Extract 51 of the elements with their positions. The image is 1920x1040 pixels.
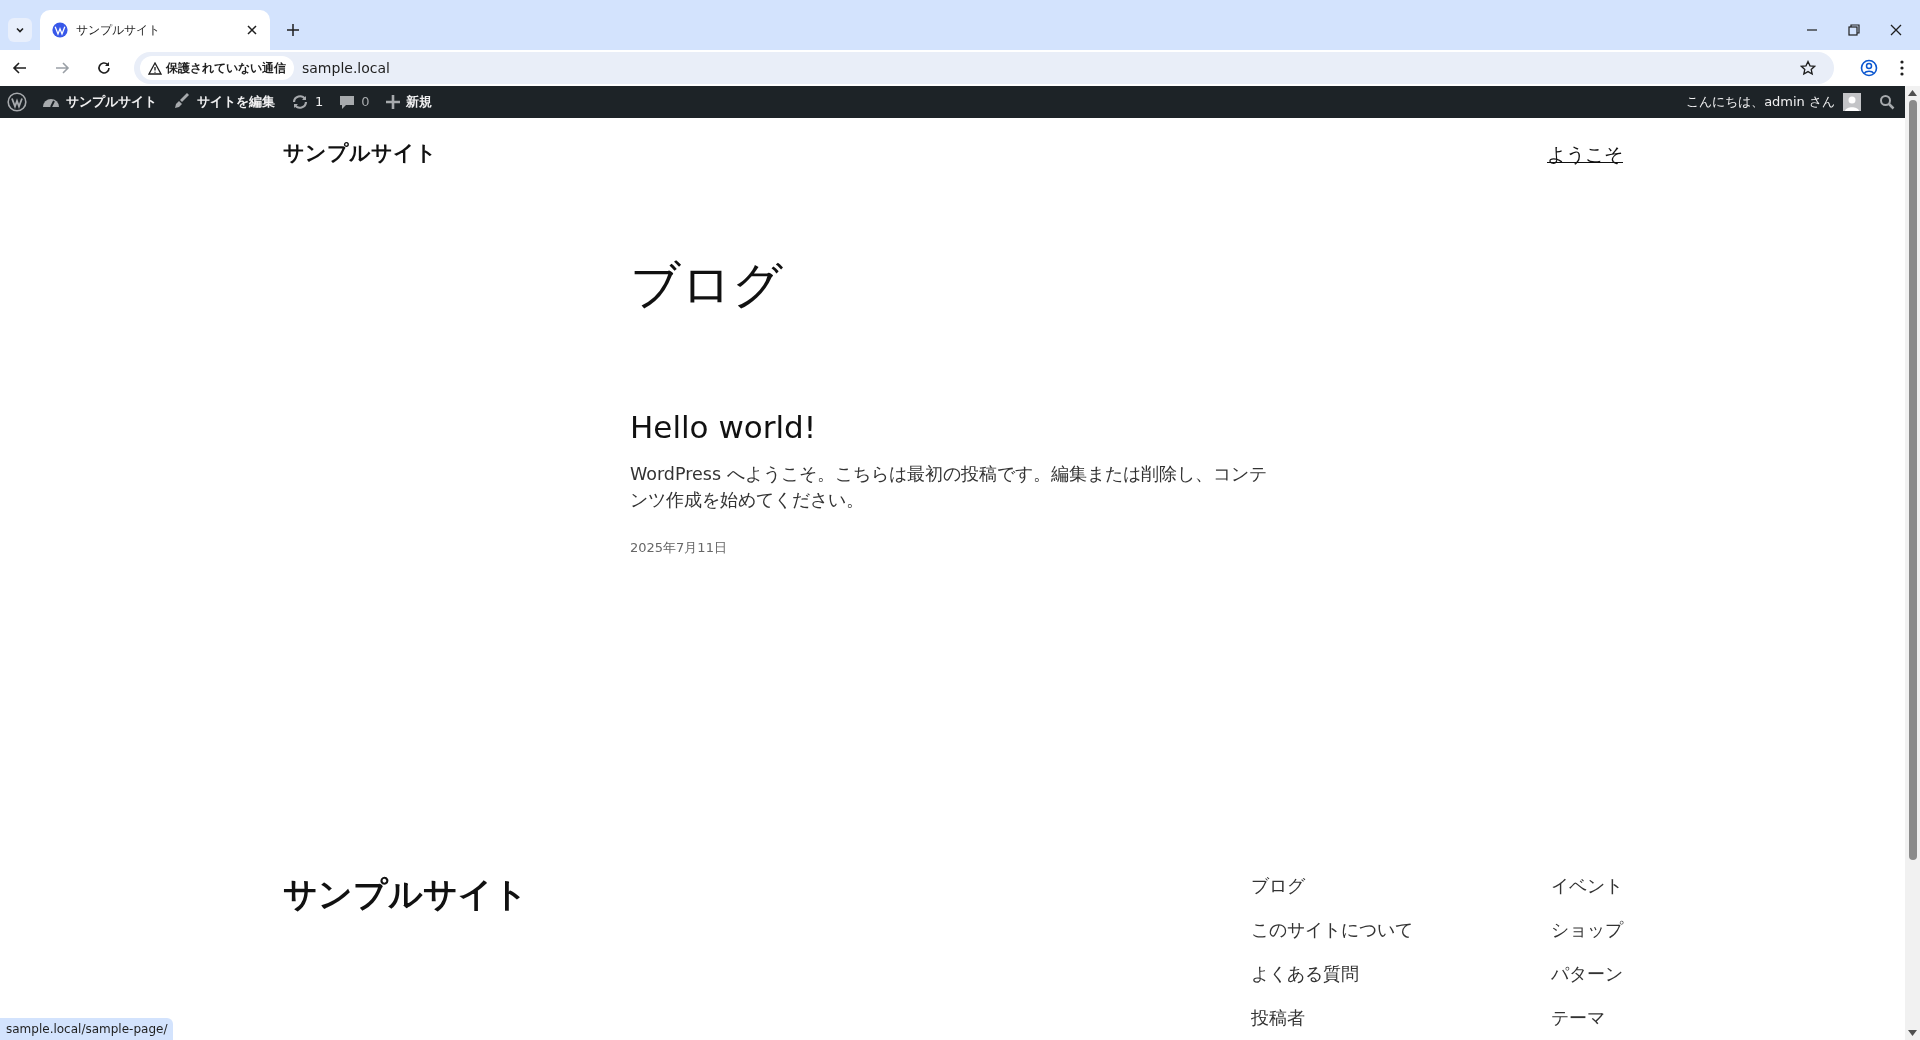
new-tab-icon[interactable] bbox=[286, 23, 300, 37]
edit-site-link[interactable]: サイトを編集 bbox=[165, 86, 283, 118]
new-content-menu[interactable]: 新規 bbox=[377, 86, 440, 118]
scroll-up-icon[interactable] bbox=[1908, 90, 1917, 96]
profile-icon[interactable] bbox=[1860, 59, 1878, 77]
url-text: sample.local bbox=[302, 58, 391, 78]
close-icon[interactable] bbox=[246, 24, 258, 36]
footer-link[interactable]: パターン bbox=[1551, 961, 1623, 987]
restore-icon[interactable] bbox=[1848, 24, 1860, 36]
search-icon[interactable] bbox=[1879, 94, 1895, 110]
footer-link[interactable]: イベント bbox=[1551, 873, 1623, 899]
plus-icon bbox=[385, 95, 400, 109]
warning-icon bbox=[148, 61, 162, 75]
address-bar[interactable]: 保護されていない通信 sample.local bbox=[134, 52, 1834, 84]
footer-link[interactable]: ショップ bbox=[1551, 917, 1623, 943]
back-icon[interactable] bbox=[12, 60, 28, 76]
nav-link[interactable]: ようこそ bbox=[1547, 139, 1623, 168]
avatar-icon bbox=[1843, 93, 1861, 111]
wordpress-logo-icon bbox=[52, 22, 68, 38]
post-date: 2025年7月11日 bbox=[630, 539, 727, 555]
close-icon[interactable] bbox=[1890, 24, 1902, 36]
footer-link[interactable]: テーマ bbox=[1551, 1005, 1623, 1031]
reload-icon[interactable] bbox=[96, 60, 112, 76]
wordpress-logo-icon[interactable] bbox=[7, 92, 27, 112]
comment-icon bbox=[339, 94, 356, 110]
account-menu[interactable]: こんにちは、admin さん bbox=[1678, 86, 1869, 118]
footer-link[interactable]: よくある質問 bbox=[1251, 961, 1551, 987]
forward-icon[interactable] bbox=[54, 60, 70, 76]
bookmark-star-icon[interactable] bbox=[1800, 60, 1816, 76]
scroll-down-icon[interactable] bbox=[1908, 1030, 1917, 1036]
footer-link[interactable]: このサイトについて bbox=[1251, 917, 1551, 943]
page-title: ブログ bbox=[630, 254, 784, 316]
post-excerpt: WordPress へようこそ。こちらは最初の投稿です。編集または削除し、コンテンツ作成を始めてください。 bbox=[630, 462, 1268, 512]
tab-title: サンプルサイト bbox=[76, 22, 161, 39]
security-chip[interactable]: 保護されていない通信 bbox=[140, 56, 294, 80]
scrollbar[interactable] bbox=[1905, 86, 1920, 1040]
refresh-icon bbox=[291, 94, 309, 110]
scrollbar-thumb[interactable] bbox=[1908, 100, 1917, 860]
comments-link[interactable]: 0 bbox=[331, 86, 378, 118]
tab-list-button[interactable] bbox=[8, 18, 32, 42]
post-title[interactable]: Hello world! bbox=[630, 408, 817, 447]
updates-link[interactable]: 1 bbox=[283, 86, 332, 118]
site-menu[interactable]: サンプルサイト bbox=[34, 86, 165, 118]
site-title[interactable]: サンプルサイト bbox=[283, 138, 437, 170]
status-url: sample.local/sample-page/ bbox=[0, 1018, 174, 1040]
footer-link[interactable]: 投稿者 bbox=[1251, 1005, 1551, 1031]
brush-icon bbox=[173, 93, 191, 111]
browser-tab[interactable]: サンプルサイト bbox=[40, 10, 270, 50]
footer-site-title[interactable]: サンプルサイト bbox=[283, 873, 1251, 1031]
menu-icon[interactable] bbox=[1900, 60, 1904, 76]
footer-link[interactable]: ブログ bbox=[1251, 873, 1551, 899]
